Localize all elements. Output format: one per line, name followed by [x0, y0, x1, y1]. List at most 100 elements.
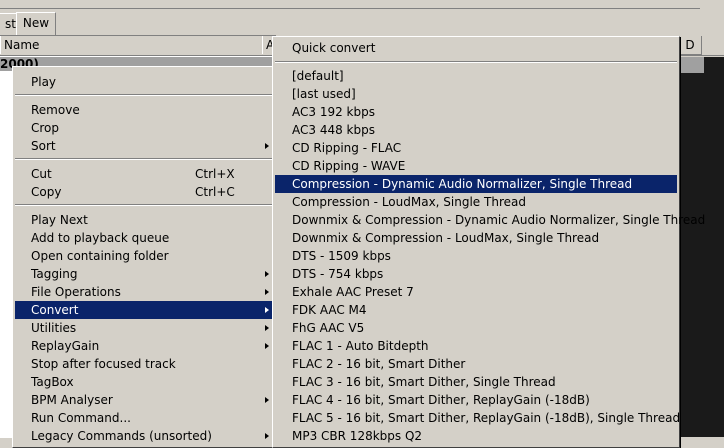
- column-header-d[interactable]: D: [678, 36, 702, 55]
- submenu-arrow-icon: [265, 289, 269, 295]
- submenu-item-label: CD Ripping - WAVE: [292, 159, 406, 173]
- right-list-header: D: [676, 36, 724, 56]
- menu-item-cut[interactable]: Cut Ctrl+X: [15, 165, 273, 183]
- submenu-item-label: FLAC 2 - 16 bit, Smart Dither: [292, 357, 466, 371]
- menu-item-sort[interactable]: Sort: [15, 137, 273, 155]
- submenu-item-preset[interactable]: DTS - 1509 kbps: [275, 247, 677, 265]
- submenu-item-preset[interactable]: FLAC 5 - 16 bit, Smart Dither, ReplayGai…: [275, 409, 681, 427]
- submenu-arrow-icon: [265, 271, 269, 277]
- menu-item-legacy-commands[interactable]: Legacy Commands (unsorted): [15, 427, 273, 445]
- menu-item-label: Convert: [31, 303, 79, 317]
- menu-item-label: Sort: [31, 139, 56, 153]
- submenu-item-quick-convert[interactable]: Quick convert: [275, 39, 677, 57]
- menu-item-utilities[interactable]: Utilities: [15, 319, 273, 337]
- right-panel-selection: [676, 57, 704, 73]
- menu-separator: [15, 94, 273, 96]
- submenu-item-label: FLAC 3 - 16 bit, Smart Dither, Single Th…: [292, 375, 556, 389]
- menu-item-run-command[interactable]: Run Command...: [15, 409, 273, 427]
- menu-item-label: Stop after focused track: [31, 357, 176, 371]
- menu-item-label: File Operations: [31, 285, 121, 299]
- submenu-item-label: Downmix & Compression - Dynamic Audio No…: [292, 213, 706, 227]
- submenu-item-preset[interactable]: MP3 CBR 128kbps Q2: [275, 427, 677, 445]
- column-header-name[interactable]: Name: [0, 36, 263, 54]
- submenu-item-preset[interactable]: CD Ripping - WAVE: [275, 157, 677, 175]
- menu-item-shortcut: Ctrl+X: [195, 167, 235, 181]
- submenu-item-preset[interactable]: FLAC 2 - 16 bit, Smart Dither: [275, 355, 677, 373]
- playlist-tabbar: st New: [0, 12, 724, 35]
- submenu-arrow-icon: [265, 433, 269, 439]
- menu-item-label: Copy: [31, 185, 62, 199]
- submenu-item-label: Downmix & Compression - LoudMax, Single …: [292, 231, 600, 245]
- submenu-item-preset[interactable]: FhG AAC V5: [275, 319, 677, 337]
- submenu-item-preset[interactable]: CD Ripping - FLAC: [275, 139, 677, 157]
- menu-item-tagging[interactable]: Tagging: [15, 265, 273, 283]
- submenu-item-preset[interactable]: Exhale AAC Preset 7: [275, 283, 677, 301]
- submenu-arrow-icon: [265, 143, 269, 149]
- menu-item-replaygain[interactable]: ReplayGain: [15, 337, 273, 355]
- submenu-item-label: AC3 192 kbps: [292, 105, 375, 119]
- menu-item-label: Run Command...: [31, 411, 131, 425]
- submenu-item-label: Exhale AAC Preset 7: [292, 285, 414, 299]
- submenu-item-label: Compression - Dynamic Audio Normalizer, …: [292, 177, 633, 191]
- submenu-item-label: FLAC 1 - Auto Bitdepth: [292, 339, 429, 353]
- submenu-item-preset[interactable]: DTS - 754 kbps: [275, 265, 677, 283]
- menu-item-convert[interactable]: Convert: [15, 301, 273, 319]
- submenu-arrow-icon: [265, 307, 269, 313]
- submenu-item-preset[interactable]: FLAC 3 - 16 bit, Smart Dither, Single Th…: [275, 373, 677, 391]
- submenu-item-preset[interactable]: Downmix & Compression - LoudMax, Single …: [275, 229, 677, 247]
- menu-item-bpm-analyser[interactable]: BPM Analyser: [15, 391, 273, 409]
- menu-item-stop-after-focused[interactable]: Stop after focused track: [15, 355, 273, 373]
- menu-separator: [15, 158, 273, 160]
- menu-item-label: Add to playback queue: [31, 231, 170, 245]
- submenu-item-label: FDK AAC M4: [292, 303, 367, 317]
- submenu-arrow-icon: [265, 397, 269, 403]
- submenu-arrow-icon: [265, 343, 269, 349]
- menu-item-file-operations[interactable]: File Operations: [15, 283, 273, 301]
- submenu-item-label: AC3 448 kbps: [292, 123, 375, 137]
- menu-separator: [275, 61, 677, 63]
- menu-item-copy[interactable]: Copy Ctrl+C: [15, 183, 273, 201]
- submenu-item-preset[interactable]: [default]: [275, 67, 677, 85]
- submenu-item-label: [default]: [292, 69, 344, 83]
- menu-item-label: Tagging: [31, 267, 78, 281]
- menu-item-play-next[interactable]: Play Next: [15, 211, 273, 229]
- right-panel-background: [676, 57, 724, 437]
- submenu-item-label: MP3 CBR 128kbps Q2: [292, 429, 423, 443]
- menu-item-remove[interactable]: Remove: [15, 101, 273, 119]
- submenu-item-label: DTS - 1509 kbps: [292, 249, 391, 263]
- list-header: Name A: [0, 36, 277, 56]
- submenu-item-preset[interactable]: FDK AAC M4: [275, 301, 677, 319]
- menu-item-crop[interactable]: Crop: [15, 119, 273, 137]
- submenu-item-label: Quick convert: [292, 41, 376, 55]
- menu-item-label: Play: [31, 75, 57, 89]
- menu-item-label: Crop: [31, 121, 60, 135]
- menu-separator: [15, 204, 273, 206]
- submenu-item-preset[interactable]: Downmix & Compression - Dynamic Audio No…: [275, 211, 705, 229]
- menu-item-label: ReplayGain: [31, 339, 100, 353]
- submenu-item-label: Compression - LoudMax, Single Thread: [292, 195, 526, 209]
- submenu-item-preset[interactable]: FLAC 4 - 16 bit, Smart Dither, ReplayGai…: [275, 391, 677, 409]
- submenu-item-preset[interactable]: Compression - LoudMax, Single Thread: [275, 193, 677, 211]
- menu-item-open-folder[interactable]: Open containing folder: [15, 247, 273, 265]
- submenu-item-preset[interactable]: [last used]: [275, 85, 677, 103]
- submenu-item-label: FhG AAC V5: [292, 321, 365, 335]
- submenu-item-label: FLAC 5 - 16 bit, Smart Dither, ReplayGai…: [292, 411, 681, 425]
- menu-item-label: Open containing folder: [31, 249, 169, 263]
- menu-item-label: Cut: [31, 167, 52, 181]
- submenu-item-preset[interactable]: AC3 192 kbps: [275, 103, 677, 121]
- menu-item-add-to-queue[interactable]: Add to playback queue: [15, 229, 273, 247]
- submenu-item-label: CD Ripping - FLAC: [292, 141, 402, 155]
- menu-item-play[interactable]: Play: [15, 73, 273, 91]
- menu-item-tagbox[interactable]: TagBox: [15, 373, 273, 391]
- tab-new[interactable]: New: [16, 12, 56, 35]
- context-menu: Play Remove Crop Sort Cut Ctrl+X Copy Ctrl…: [12, 66, 276, 448]
- menu-item-label: Play Next: [31, 213, 88, 227]
- menu-item-label: TagBox: [31, 375, 74, 389]
- submenu-item-preset[interactable]: AC3 448 kbps: [275, 121, 677, 139]
- submenu-item-label: [last used]: [292, 87, 356, 101]
- menu-item-label: Remove: [31, 103, 80, 117]
- submenu-item-preset[interactable]: FLAC 1 - Auto Bitdepth: [275, 337, 677, 355]
- submenu-item-preset-selected[interactable]: Compression - Dynamic Audio Normalizer, …: [275, 175, 677, 193]
- menu-item-shortcut: Ctrl+C: [195, 185, 235, 199]
- menu-item-label: BPM Analyser: [31, 393, 113, 407]
